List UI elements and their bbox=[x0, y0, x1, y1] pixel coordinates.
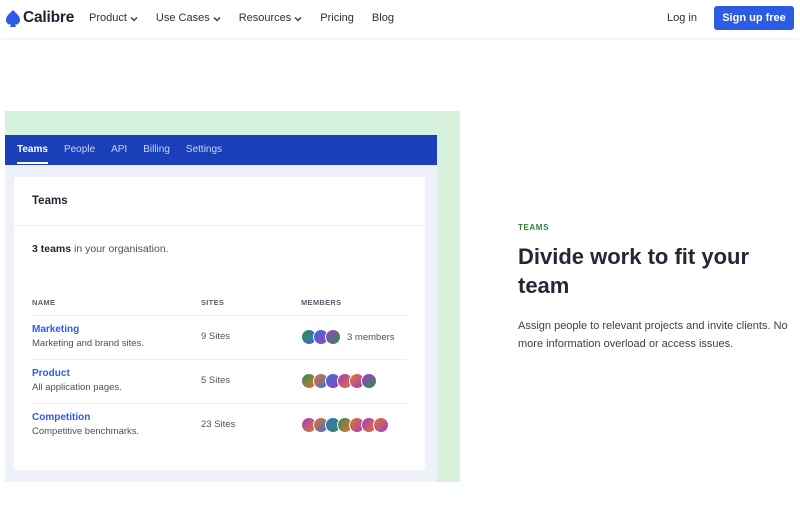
login-link[interactable]: Log in bbox=[667, 12, 697, 24]
member-avatars: 3 members bbox=[301, 329, 395, 345]
team-name-link[interactable]: Competition bbox=[32, 412, 90, 423]
card-divider bbox=[14, 225, 425, 226]
nav-links: Product Use Cases Resources Pricing Blog bbox=[89, 12, 412, 24]
team-name-link[interactable]: Product bbox=[32, 368, 70, 379]
avatar bbox=[361, 373, 377, 389]
nav-link-label: Pricing bbox=[320, 12, 354, 24]
chevron-down-icon bbox=[294, 14, 302, 22]
nav-link-use-cases[interactable]: Use Cases bbox=[156, 12, 221, 24]
calibre-logo-icon bbox=[6, 10, 20, 27]
feature-eyebrow: TEAMS bbox=[518, 223, 549, 232]
app-preview: Teams People API Billing Settings Teams 3 te… bbox=[5, 135, 437, 482]
nav-link-blog[interactable]: Blog bbox=[372, 12, 394, 24]
teams-card: Teams 3 teams in your organisation. NAME… bbox=[14, 177, 425, 470]
column-header-name: NAME bbox=[32, 298, 56, 307]
team-sites-count: 9 Sites bbox=[201, 331, 231, 342]
brand-name: Calibre bbox=[23, 9, 75, 26]
teams-summary: 3 teams in your organisation. bbox=[32, 243, 169, 255]
tab-people[interactable]: People bbox=[64, 135, 95, 165]
feature-body: Assign people to relevant projects and i… bbox=[518, 320, 788, 350]
nav-link-resources[interactable]: Resources bbox=[239, 12, 303, 24]
top-navigation: Calibre Product Use Cases Resources Pricing… bbox=[0, 0, 800, 38]
team-description: Marketing and brand sites. bbox=[32, 338, 144, 349]
tab-settings[interactable]: Settings bbox=[186, 135, 222, 165]
tab-billing[interactable]: Billing bbox=[143, 135, 170, 165]
nav-link-pricing[interactable]: Pricing bbox=[320, 12, 354, 24]
team-sites-count: 23 Sites bbox=[201, 419, 236, 430]
team-name-link[interactable]: Marketing bbox=[32, 324, 79, 335]
member-avatars bbox=[301, 417, 389, 433]
teams-count: 3 teams bbox=[32, 243, 72, 255]
chevron-down-icon bbox=[130, 14, 138, 22]
brand-logo[interactable]: Calibre bbox=[6, 9, 74, 27]
signup-button[interactable]: Sign up free bbox=[714, 6, 794, 30]
tab-api[interactable]: API bbox=[111, 135, 127, 165]
card-title: Teams bbox=[32, 195, 68, 207]
nav-link-label: Product bbox=[89, 12, 127, 24]
avatar bbox=[325, 329, 341, 345]
team-sites-count: 5 Sites bbox=[201, 375, 231, 386]
row-divider bbox=[32, 315, 407, 316]
nav-link-label: Resources bbox=[238, 12, 292, 24]
app-tab-bar: Teams People API Billing Settings bbox=[5, 135, 437, 165]
column-header-members: MEMBERS bbox=[301, 298, 342, 307]
feature-headline: Divide work to fit your team bbox=[518, 244, 750, 298]
column-header-sites: SITES bbox=[201, 298, 225, 307]
members-count: 3 members bbox=[347, 331, 395, 343]
row-divider bbox=[32, 403, 407, 404]
nav-link-label: Use Cases bbox=[155, 12, 210, 24]
avatar bbox=[373, 417, 389, 433]
row-divider bbox=[32, 359, 407, 360]
nav-link-label: Blog bbox=[371, 12, 394, 24]
tab-teams[interactable]: Teams bbox=[17, 135, 48, 165]
team-description: Competitive benchmarks. bbox=[32, 426, 140, 437]
nav-link-product[interactable]: Product bbox=[89, 12, 138, 24]
chevron-down-icon bbox=[213, 14, 221, 22]
member-avatars bbox=[301, 373, 377, 389]
teams-summary-text: in your organisation. bbox=[71, 243, 169, 255]
team-description: All application pages. bbox=[32, 382, 122, 393]
